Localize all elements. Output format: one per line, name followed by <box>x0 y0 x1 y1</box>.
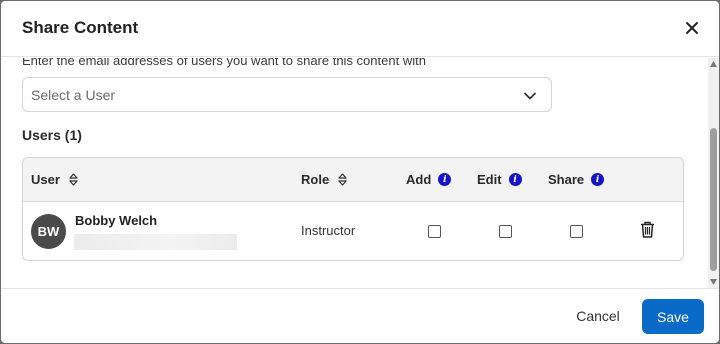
column-user[interactable]: User <box>31 172 78 187</box>
user-email-redacted <box>74 234 237 250</box>
table-row: BW Bobby Welch Instructor <box>23 202 683 260</box>
column-edit-label: Edit <box>477 172 502 187</box>
scrollbar[interactable] <box>708 58 719 288</box>
share-content-dialog: Share Content Enter the email addresses … <box>1 1 719 343</box>
sort-icon[interactable] <box>69 173 78 186</box>
column-edit: Edit i <box>477 172 522 187</box>
select-placeholder: Select a User <box>31 87 116 103</box>
scroll-thumb[interactable] <box>710 128 717 271</box>
cancel-button[interactable]: Cancel <box>563 299 633 333</box>
dialog-header: Share Content <box>1 1 719 57</box>
edit-permission-checkbox[interactable] <box>499 225 512 238</box>
info-icon[interactable]: i <box>591 173 605 186</box>
dialog-title: Share Content <box>22 18 139 37</box>
column-user-label: User <box>31 172 60 187</box>
avatar: BW <box>31 214 66 249</box>
info-icon[interactable]: i <box>508 173 522 186</box>
trash-icon[interactable] <box>640 221 655 238</box>
instruction-text: Enter the email addresses of users you w… <box>22 58 426 68</box>
share-permission-checkbox[interactable] <box>570 225 583 238</box>
column-share: Share i <box>548 172 605 187</box>
column-add-label: Add <box>406 172 432 187</box>
dialog-body: Enter the email addresses of users you w… <box>1 58 719 288</box>
user-select[interactable]: Select a User <box>22 77 552 112</box>
info-icon[interactable]: i <box>438 173 452 186</box>
dialog-footer: Cancel Save <box>1 288 719 343</box>
table-header: User Role Add i Edit i Share i <box>23 158 683 202</box>
user-name: Bobby Welch <box>75 213 158 228</box>
scroll-up-icon[interactable] <box>710 61 717 67</box>
users-heading: Users (1) <box>22 127 82 143</box>
sort-icon[interactable] <box>338 173 347 186</box>
column-share-label: Share <box>548 172 585 187</box>
add-permission-checkbox[interactable] <box>428 225 441 238</box>
column-role[interactable]: Role <box>301 172 347 187</box>
column-role-label: Role <box>301 172 330 187</box>
chevron-down-icon <box>524 92 536 100</box>
user-role: Instructor <box>301 223 356 238</box>
save-button[interactable]: Save <box>642 299 704 334</box>
scroll-down-icon[interactable] <box>710 279 717 285</box>
users-table: User Role Add i Edit i Share i BW Bobby … <box>22 157 684 261</box>
column-add: Add i <box>406 172 452 187</box>
close-icon[interactable] <box>683 19 701 37</box>
